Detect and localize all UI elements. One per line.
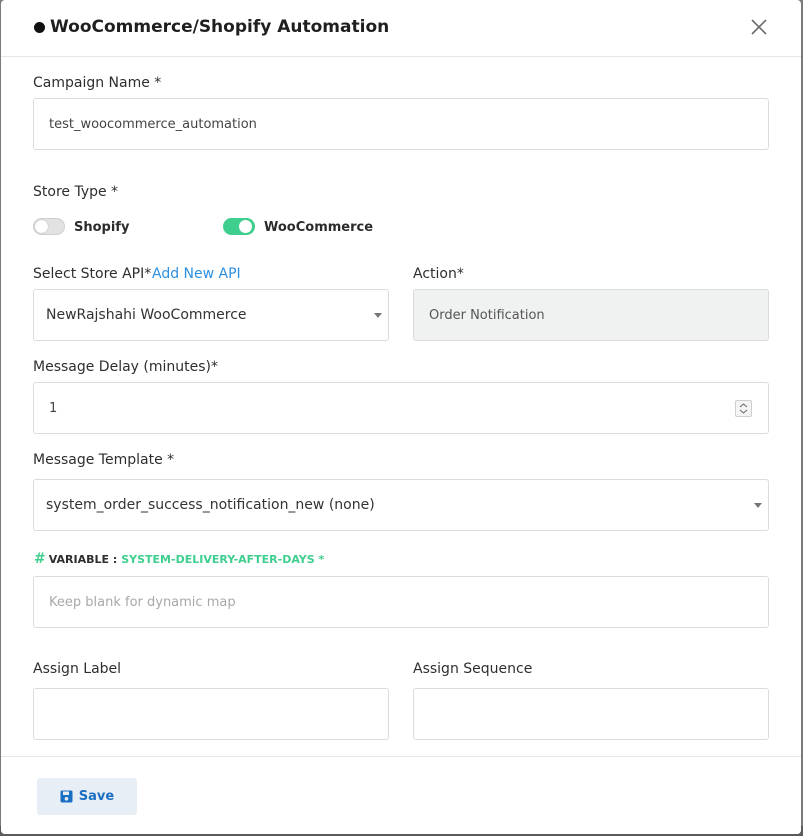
- variable-name: SYSTEM-DELIVERY-AFTER-DAYS *: [121, 552, 325, 566]
- campaign-name-value: test_woocommerce_automation: [49, 116, 257, 132]
- chevron-down-icon: [374, 313, 382, 318]
- store-type-label: Store Type *: [33, 184, 119, 200]
- close-button[interactable]: [749, 17, 769, 37]
- assign-sequence-input[interactable]: [413, 688, 769, 740]
- automation-modal: WooCommerce/Shopify Automation Campaign …: [1, 0, 801, 834]
- save-button-label: Save: [78, 789, 115, 804]
- message-delay-label: Message Delay (minutes)*: [33, 359, 219, 375]
- shopify-toggle[interactable]: [33, 218, 65, 235]
- stepper-arrows-icon: [739, 403, 748, 414]
- chevron-down-icon: [754, 503, 762, 508]
- assign-label-input[interactable]: [33, 688, 389, 740]
- store-api-label: Select Store API*: [33, 266, 152, 282]
- close-icon: [751, 19, 767, 35]
- message-delay-value: 1: [49, 400, 58, 416]
- modal-title: WooCommerce/Shopify Automation: [34, 17, 389, 37]
- toggle-knob: [35, 220, 48, 233]
- variable-input[interactable]: Keep blank for dynamic map: [33, 576, 769, 628]
- shopify-toggle-label: Shopify: [74, 220, 130, 235]
- variable-placeholder: Keep blank for dynamic map: [49, 594, 236, 610]
- add-new-api-link[interactable]: Add New API: [152, 266, 241, 282]
- toggle-knob: [239, 220, 252, 233]
- floppy-disk-icon: [60, 790, 73, 803]
- message-delay-input[interactable]: 1: [33, 382, 769, 434]
- action-field: Order Notification: [413, 289, 769, 341]
- campaign-name-label: Campaign Name *: [33, 75, 162, 91]
- variable-row: # VARIABLE : SYSTEM-DELIVERY-AFTER-DAYS …: [34, 551, 324, 567]
- number-stepper[interactable]: [735, 400, 752, 417]
- modal-header: WooCommerce/Shopify Automation: [1, 0, 801, 57]
- assign-label-label: Assign Label: [33, 661, 122, 677]
- woocommerce-toggle-label: WooCommerce: [264, 220, 374, 235]
- assign-sequence-label: Assign Sequence: [413, 661, 533, 677]
- woocommerce-toggle[interactable]: [223, 218, 255, 235]
- message-template-select[interactable]: system_order_success_notification_new (n…: [33, 479, 769, 531]
- store-api-selected: NewRajshahi WooCommerce: [46, 307, 247, 323]
- action-label: Action*: [413, 266, 464, 282]
- action-value: Order Notification: [429, 307, 545, 323]
- message-template-selected: system_order_success_notification_new (n…: [46, 497, 375, 513]
- store-api-select[interactable]: NewRajshahi WooCommerce: [33, 289, 389, 341]
- modal-title-text: WooCommerce/Shopify Automation: [50, 17, 390, 37]
- hash-icon: #: [34, 551, 46, 567]
- campaign-name-input[interactable]: test_woocommerce_automation: [33, 98, 769, 150]
- variable-label: VARIABLE :: [48, 552, 118, 566]
- bullet-dot-icon: [34, 21, 45, 33]
- save-button[interactable]: Save: [37, 778, 137, 815]
- message-template-label: Message Template *: [33, 452, 175, 468]
- modal-footer: Save: [1, 756, 801, 834]
